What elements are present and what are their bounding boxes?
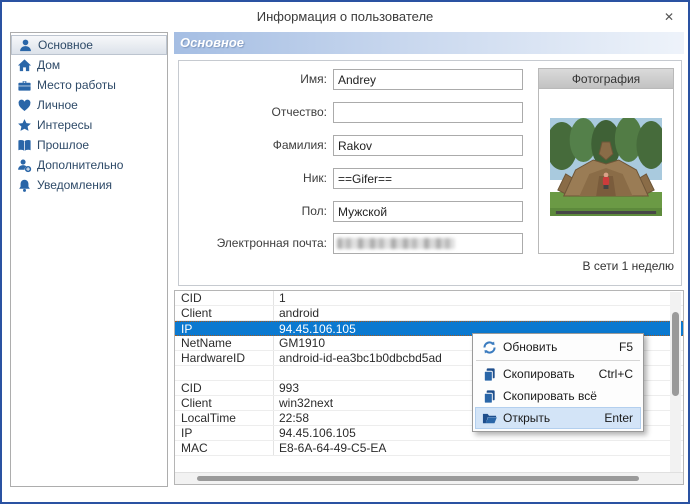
sidebar-item-label: Дополнительно bbox=[37, 158, 124, 172]
briefcase-icon bbox=[15, 77, 33, 93]
open-folder-icon bbox=[475, 411, 503, 426]
copy-icon bbox=[475, 367, 503, 382]
window-title: Информация о пользователе bbox=[256, 9, 434, 24]
sidebar-item-interests[interactable]: Интересы bbox=[11, 115, 167, 135]
vertical-scrollbar[interactable] bbox=[670, 292, 681, 472]
sidebar-item-main[interactable]: Основное bbox=[11, 35, 167, 55]
refresh-icon bbox=[475, 340, 503, 355]
photo-header: Фотография bbox=[539, 69, 673, 89]
menu-item-refresh[interactable]: Обновить F5 bbox=[475, 336, 641, 358]
sidebar-item-label: Дом bbox=[37, 58, 61, 72]
sidebar-item-home[interactable]: Дом bbox=[11, 55, 167, 75]
person-icon bbox=[16, 37, 34, 53]
sidebar-item-label: Интересы bbox=[37, 118, 93, 132]
email-label: Электронная почта: bbox=[216, 236, 327, 250]
surname-field[interactable] bbox=[333, 135, 523, 156]
copy-icon bbox=[475, 389, 503, 404]
horizontal-scrollbar-thumb[interactable] bbox=[197, 476, 639, 481]
table-row[interactable]: Client android bbox=[175, 306, 683, 321]
middlename-label: Отчество: bbox=[271, 105, 328, 119]
home-icon bbox=[15, 57, 33, 73]
horizontal-scrollbar[interactable] bbox=[175, 472, 683, 484]
user-photo bbox=[550, 118, 662, 216]
person-plus-icon bbox=[15, 157, 33, 173]
sidebar-item-label: Основное bbox=[38, 38, 93, 52]
heart-icon bbox=[15, 97, 33, 113]
section-header: Основное bbox=[174, 32, 684, 54]
vertical-scrollbar-thumb[interactable] bbox=[672, 312, 679, 396]
gender-label: Пол: bbox=[301, 204, 327, 218]
sidebar-item-notifications[interactable]: Уведомления bbox=[11, 175, 167, 195]
nick-field[interactable] bbox=[333, 168, 523, 189]
sidebar-item-personal[interactable]: Личное bbox=[11, 95, 167, 115]
sidebar-item-label: Уведомления bbox=[37, 178, 113, 192]
gender-field[interactable] bbox=[333, 201, 523, 222]
name-label: Имя: bbox=[300, 72, 327, 86]
menu-separator bbox=[476, 360, 640, 361]
table-row[interactable]: MAC E8-6A-64-49-C5-EA bbox=[175, 441, 683, 456]
close-icon[interactable]: ✕ bbox=[660, 8, 678, 26]
nick-label: Ник: bbox=[303, 171, 327, 185]
menu-item-copy[interactable]: Скопировать Ctrl+C bbox=[475, 363, 641, 385]
sidebar-item-past[interactable]: Прошлое bbox=[11, 135, 167, 155]
sidebar-item-label: Прошлое bbox=[37, 138, 90, 152]
email-blurred-value bbox=[337, 238, 455, 249]
online-status: В сети 1 неделю bbox=[582, 259, 674, 273]
name-field[interactable] bbox=[333, 69, 523, 90]
sidebar-item-label: Личное bbox=[37, 98, 78, 112]
menu-item-open[interactable]: Открыть Enter bbox=[475, 407, 641, 429]
titlebar: Информация о пользователе ✕ bbox=[2, 2, 688, 30]
context-menu: Обновить F5 Скопировать Ctrl+C Скопирова… bbox=[472, 333, 644, 432]
bell-icon bbox=[15, 177, 33, 193]
photo-frame: Фотография bbox=[538, 68, 674, 254]
table-row[interactable]: CID 1 bbox=[175, 291, 683, 306]
sidebar-item-label: Место работы bbox=[37, 78, 116, 92]
sidebar: Основное Дом Место работы Личное Интерес… bbox=[10, 32, 168, 487]
menu-item-copy-all[interactable]: Скопировать всё bbox=[475, 385, 641, 407]
surname-label: Фамилия: bbox=[272, 138, 327, 152]
star-icon bbox=[15, 117, 33, 133]
user-info-window: Информация о пользователе ✕ Основное Дом… bbox=[0, 0, 690, 504]
sidebar-item-work[interactable]: Место работы bbox=[11, 75, 167, 95]
book-icon bbox=[15, 137, 33, 153]
middlename-field[interactable] bbox=[333, 102, 523, 123]
sidebar-item-additional[interactable]: Дополнительно bbox=[11, 155, 167, 175]
